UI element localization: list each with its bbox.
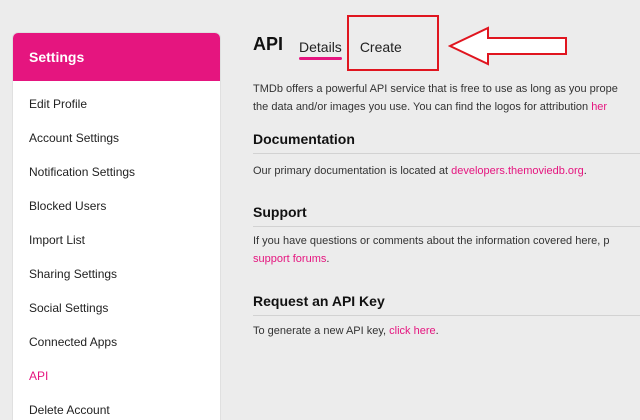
main-content: API Details Create TMDb offers a powerfu…: [253, 0, 640, 420]
sidebar-item-connected-apps[interactable]: Connected Apps: [13, 325, 220, 359]
support-text: If you have questions or comments about …: [253, 232, 640, 268]
request-api-key-text-end: .: [435, 325, 439, 337]
attribution-link[interactable]: her: [591, 101, 607, 113]
intro-line-2-text: the data and/or images you use. You can …: [253, 101, 592, 113]
sidebar-item-sharing-settings[interactable]: Sharing Settings: [13, 257, 220, 291]
tab-details[interactable]: Details: [299, 39, 342, 60]
annotation-arrow-icon: [448, 26, 567, 66]
support-divider: [253, 226, 640, 227]
page-title: API: [253, 34, 284, 54]
sidebar-item-social-settings[interactable]: Social Settings: [13, 291, 220, 325]
sidebar-item-account-settings[interactable]: Account Settings: [13, 121, 220, 155]
sidebar-list: Edit Profile Account Settings Notificati…: [13, 81, 220, 420]
support-text-end: .: [326, 253, 330, 265]
sidebar-item-delete-account[interactable]: Delete Account: [13, 393, 220, 420]
sidebar-header: Settings: [13, 33, 220, 81]
documentation-link[interactable]: developers.themoviedb.org: [451, 165, 584, 177]
annotation-highlight-box: [347, 15, 439, 71]
request-api-key-divider: [253, 315, 640, 316]
request-api-key-text-body: To generate a new API key,: [253, 325, 390, 337]
sidebar-item-notification-settings[interactable]: Notification Settings: [13, 155, 220, 189]
documentation-text-end: .: [583, 165, 587, 177]
intro-line-2: the data and/or images you use. You can …: [253, 98, 640, 116]
request-api-key-heading: Request an API Key: [253, 293, 385, 309]
sidebar-item-import-list[interactable]: Import List: [13, 223, 220, 257]
sidebar-item-api[interactable]: API: [13, 359, 220, 393]
intro-line-1: TMDb offers a powerful API service that …: [253, 83, 618, 95]
documentation-text-body: Our primary documentation is located at: [253, 165, 452, 177]
sidebar-item-blocked-users[interactable]: Blocked Users: [13, 189, 220, 223]
support-text-line-1: If you have questions or comments about …: [253, 235, 610, 247]
settings-sidebar: Settings Edit Profile Account Settings N…: [12, 32, 221, 420]
documentation-divider: [253, 153, 640, 154]
api-intro-text: TMDb offers a powerful API service that …: [253, 80, 640, 116]
support-forums-link[interactable]: support forums: [253, 253, 326, 265]
sidebar-item-edit-profile[interactable]: Edit Profile: [13, 87, 220, 121]
support-heading: Support: [253, 204, 307, 220]
support-text-line-2: support forums.: [253, 250, 640, 268]
documentation-text: Our primary documentation is located at …: [253, 162, 640, 180]
request-api-key-text: To generate a new API key, click here.: [253, 322, 640, 340]
documentation-heading: Documentation: [253, 131, 355, 147]
click-here-link[interactable]: click here: [389, 325, 435, 337]
